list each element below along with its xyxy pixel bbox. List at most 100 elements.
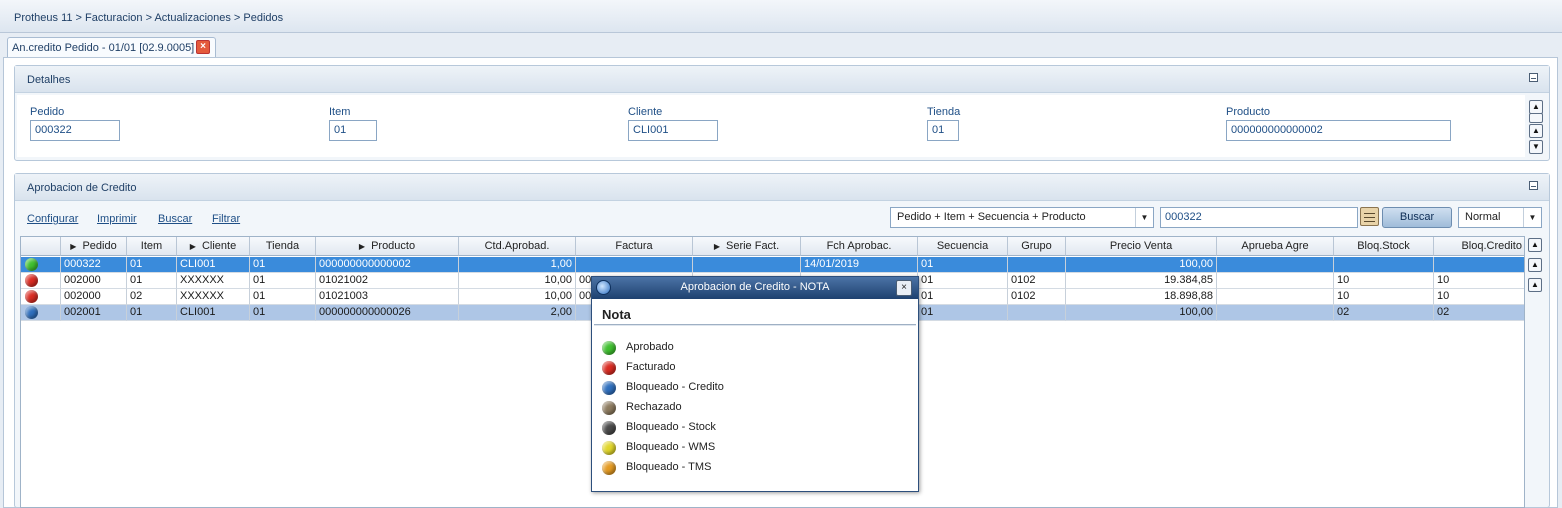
search-index-select[interactable]: Pedido + Item + Secuencia + Producto ▼ <box>890 207 1154 228</box>
table-cell[interactable] <box>1434 257 1524 273</box>
scroll-track[interactable] <box>1529 113 1543 123</box>
search-input[interactable]: 000322 <box>1160 207 1358 228</box>
table-cell[interactable]: 19.384,85 <box>1066 273 1217 289</box>
table-cell[interactable]: 01 <box>250 273 316 289</box>
table-cell[interactable]: 01 <box>918 289 1008 305</box>
column-header-ctd-aprobad[interactable]: Ctd.Aprobad. <box>459 237 576 256</box>
table-cell[interactable] <box>1217 257 1334 273</box>
table-cell[interactable]: 01 <box>127 305 177 321</box>
close-icon[interactable]: × <box>896 280 912 296</box>
table-cell[interactable]: CLI001 <box>177 305 250 321</box>
scroll-up-icon[interactable]: ▲ <box>1528 278 1542 292</box>
table-cell[interactable]: 000000000000002 <box>316 257 459 273</box>
table-cell[interactable]: 10,00 <box>459 273 576 289</box>
tienda-field[interactable]: 01 <box>927 120 959 141</box>
table-cell[interactable]: 18.898,88 <box>1066 289 1217 305</box>
tab-an-credito-pedido[interactable]: An.credito Pedido - 01/01 [02.9.0005] × <box>7 37 216 58</box>
table-cell[interactable] <box>576 257 693 273</box>
chevron-down-icon[interactable]: ▼ <box>1523 208 1541 227</box>
configurar-link[interactable]: Configurar <box>27 213 78 225</box>
minimize-icon[interactable] <box>1529 181 1538 190</box>
dialog-titlebar[interactable]: Aprobacion de Credito - NOTA × <box>592 277 918 299</box>
table-cell[interactable]: 01021002 <box>316 273 459 289</box>
column-header-factura[interactable]: Factura <box>576 237 693 256</box>
table-cell[interactable]: 0102 <box>1008 289 1066 305</box>
column-header-bloq-stock[interactable]: Bloq.Stock <box>1334 237 1434 256</box>
column-header-tienda[interactable]: Tienda <box>250 237 316 256</box>
table-cell[interactable] <box>693 257 801 273</box>
tab-close-icon[interactable]: × <box>196 40 210 54</box>
table-cell[interactable]: 100,00 <box>1066 305 1217 321</box>
table-cell[interactable]: 10 <box>1434 273 1524 289</box>
notepad-icon[interactable] <box>1360 207 1379 226</box>
filtrar-link[interactable]: Filtrar <box>212 213 240 225</box>
column-header-cliente[interactable]: ▶ Cliente <box>177 237 250 256</box>
table-cell[interactable]: 10 <box>1434 289 1524 305</box>
table-cell[interactable]: 100,00 <box>1066 257 1217 273</box>
column-header-bloq-credito[interactable]: Bloq.Credito <box>1434 237 1524 256</box>
scroll-down-icon[interactable]: ▼ <box>1529 140 1543 154</box>
table-cell[interactable]: 000000000000026 <box>316 305 459 321</box>
table-cell[interactable]: 10 <box>1334 289 1434 305</box>
table-cell[interactable]: 01 <box>127 257 177 273</box>
column-header-aprueba-agre[interactable]: Aprueba Agre <box>1217 237 1334 256</box>
table-cell[interactable]: 01 <box>250 257 316 273</box>
table-cell[interactable]: 02 <box>1334 305 1434 321</box>
table-cell[interactable] <box>1008 305 1066 321</box>
table-cell[interactable]: 01 <box>250 289 316 305</box>
status-cell[interactable] <box>21 305 61 321</box>
table-cell[interactable]: 01 <box>918 257 1008 273</box>
table-cell[interactable] <box>1008 257 1066 273</box>
status-cell[interactable] <box>21 289 61 305</box>
table-cell[interactable]: 14/01/2019 <box>801 257 918 273</box>
status-cell[interactable] <box>21 257 61 273</box>
column-header-secuencia[interactable]: Secuencia <box>918 237 1008 256</box>
table-cell[interactable]: 1,00 <box>459 257 576 273</box>
table-cell[interactable]: 10 <box>1334 273 1434 289</box>
table-cell[interactable]: 02 <box>1434 305 1524 321</box>
table-cell[interactable] <box>1217 289 1334 305</box>
sort-arrow-icon[interactable]: ▶ <box>359 242 365 251</box>
table-cell[interactable]: 0102 <box>1008 273 1066 289</box>
buscar-link[interactable]: Buscar <box>158 213 192 225</box>
table-cell[interactable]: 01 <box>918 305 1008 321</box>
column-header-precio-venta[interactable]: Precio Venta <box>1066 237 1217 256</box>
table-cell[interactable]: 000322 <box>61 257 127 273</box>
scroll-top-icon[interactable]: ▲ <box>1529 100 1543 114</box>
table-cell[interactable]: 01021003 <box>316 289 459 305</box>
sort-arrow-icon[interactable]: ▶ <box>714 242 720 251</box>
table-cell[interactable] <box>1217 305 1334 321</box>
search-button[interactable]: Buscar <box>1382 207 1452 228</box>
scroll-up-icon[interactable]: ▲ <box>1529 124 1543 138</box>
sort-arrow-icon[interactable]: ▶ <box>190 242 196 251</box>
scroll-page-up-icon[interactable]: ▲ <box>1528 258 1542 272</box>
column-header-fch-aprobac[interactable]: Fch Aprobac. <box>801 237 918 256</box>
column-header-serie-fact[interactable]: ▶ Serie Fact. <box>693 237 801 256</box>
table-cell[interactable]: 01 <box>127 273 177 289</box>
scroll-top-icon[interactable]: ▲ <box>1528 238 1542 252</box>
table-cell[interactable]: XXXXXX <box>177 273 250 289</box>
view-mode-select[interactable]: Normal ▼ <box>1458 207 1542 228</box>
table-cell[interactable]: 002001 <box>61 305 127 321</box>
column-header-item[interactable]: Item <box>127 237 177 256</box>
table-cell[interactable]: 002000 <box>61 289 127 305</box>
item-field[interactable]: 01 <box>329 120 377 141</box>
table-row[interactable]: 000322 01 CLI001 01 000000000000002 1,00… <box>21 257 1524 273</box>
minimize-icon[interactable] <box>1529 73 1538 82</box>
column-header-pedido[interactable]: ▶ Pedido <box>61 237 127 256</box>
status-cell[interactable] <box>21 273 61 289</box>
table-cell[interactable]: 10,00 <box>459 289 576 305</box>
cliente-field[interactable]: CLI001 <box>628 120 718 141</box>
table-cell[interactable] <box>1334 257 1434 273</box>
table-cell[interactable]: 01 <box>918 273 1008 289</box>
table-cell[interactable]: CLI001 <box>177 257 250 273</box>
imprimir-link[interactable]: Imprimir <box>97 213 137 225</box>
column-header-producto[interactable]: ▶ Producto <box>316 237 459 256</box>
column-header-grupo[interactable]: Grupo <box>1008 237 1066 256</box>
sort-arrow-icon[interactable]: ▶ <box>70 242 76 251</box>
pedido-field[interactable]: 000322 <box>30 120 120 141</box>
table-cell[interactable]: 002000 <box>61 273 127 289</box>
producto-field[interactable]: 000000000000002 <box>1226 120 1451 141</box>
table-cell[interactable] <box>1217 273 1334 289</box>
table-cell[interactable]: 01 <box>250 305 316 321</box>
